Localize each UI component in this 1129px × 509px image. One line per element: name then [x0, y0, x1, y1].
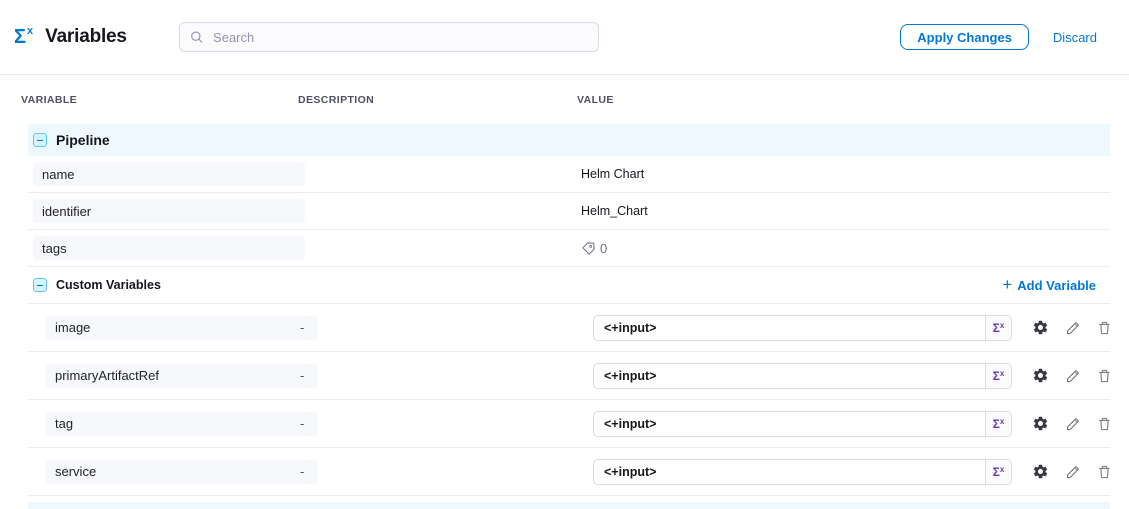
partial-section-row [28, 502, 1110, 509]
table-row: image - <+input> Σx [28, 304, 1110, 352]
variable-name[interactable]: image [46, 316, 318, 340]
edit-pencil-icon[interactable] [1064, 415, 1081, 432]
row-actions [1032, 367, 1113, 384]
section-row-custom-variables[interactable]: Custom Variables + Add Variable [28, 267, 1110, 304]
top-bar: Σx Variables Apply Changes Discard [0, 0, 1129, 75]
row-actions [1032, 415, 1113, 432]
section-label: Custom Variables [56, 278, 161, 292]
variable-name[interactable]: tags [33, 236, 305, 260]
tags-value: 0 [577, 241, 1110, 256]
table-row: tags 0 [28, 230, 1110, 267]
variable-description: - [298, 368, 577, 383]
variables-table: Pipeline name Helm Chart identifier Helm… [28, 124, 1110, 509]
collapse-icon[interactable] [33, 278, 47, 292]
row-actions [1032, 463, 1113, 480]
tags-count: 0 [600, 241, 607, 256]
variable-description: - [298, 464, 577, 479]
settings-gear-icon[interactable] [1032, 367, 1049, 384]
search-icon [190, 30, 203, 44]
table-row: name Helm Chart [28, 156, 1110, 193]
edit-pencil-icon[interactable] [1064, 319, 1081, 336]
delete-trash-icon[interactable] [1096, 367, 1113, 384]
top-bar-actions: Apply Changes Discard [900, 24, 1097, 50]
value-input[interactable]: <+input> Σx [593, 411, 1012, 437]
row-actions [1032, 319, 1113, 336]
edit-pencil-icon[interactable] [1064, 463, 1081, 480]
settings-gear-icon[interactable] [1032, 415, 1049, 432]
delete-trash-icon[interactable] [1096, 319, 1113, 336]
apply-changes-button[interactable]: Apply Changes [900, 24, 1029, 50]
column-header-value: VALUE [577, 94, 1110, 106]
add-variable-button[interactable]: + Add Variable [1002, 277, 1110, 293]
table-row: service - <+input> Σx [28, 448, 1110, 496]
table-header: VARIABLE DESCRIPTION VALUE [0, 75, 1129, 124]
runtime-input-selector-icon[interactable]: Σx [985, 460, 1011, 484]
runtime-input-selector-icon[interactable]: Σx [985, 412, 1011, 436]
sigma-x-icon: Σx [14, 27, 33, 47]
table-row: identifier Helm_Chart [28, 193, 1110, 230]
section-label: Pipeline [56, 132, 110, 148]
table-row: primaryArtifactRef - <+input> Σx [28, 352, 1110, 400]
search-box[interactable] [179, 22, 599, 52]
value-input[interactable]: <+input> Σx [593, 363, 1012, 389]
runtime-input-value[interactable]: <+input> [594, 364, 985, 388]
value-input[interactable]: <+input> Σx [593, 315, 1012, 341]
variable-value: Helm_Chart [577, 204, 1110, 218]
variable-name[interactable]: name [33, 162, 305, 186]
plus-icon: + [1002, 276, 1012, 293]
page-title: Variables [45, 26, 127, 48]
table-row: tag - <+input> Σx [28, 400, 1110, 448]
variable-name[interactable]: primaryArtifactRef [46, 364, 318, 388]
runtime-input-selector-icon[interactable]: Σx [985, 316, 1011, 340]
variable-name[interactable]: tag [46, 412, 318, 436]
value-input[interactable]: <+input> Σx [593, 459, 1012, 485]
variable-name[interactable]: service [46, 460, 318, 484]
settings-gear-icon[interactable] [1032, 319, 1049, 336]
tag-icon [581, 241, 596, 256]
variable-value: Helm Chart [577, 167, 1110, 181]
delete-trash-icon[interactable] [1096, 415, 1113, 432]
settings-gear-icon[interactable] [1032, 463, 1049, 480]
delete-trash-icon[interactable] [1096, 463, 1113, 480]
section-row-pipeline[interactable]: Pipeline [28, 124, 1110, 156]
runtime-input-value[interactable]: <+input> [594, 412, 985, 436]
variable-name[interactable]: identifier [33, 199, 305, 223]
column-header-description: DESCRIPTION [298, 94, 577, 106]
collapse-icon[interactable] [33, 133, 47, 147]
runtime-input-value[interactable]: <+input> [594, 316, 985, 340]
discard-button[interactable]: Discard [1053, 30, 1097, 45]
variable-description: - [298, 320, 577, 335]
variable-description: - [298, 416, 577, 431]
column-header-variable: VARIABLE [21, 94, 298, 106]
search-input[interactable] [211, 29, 588, 46]
add-variable-label: Add Variable [1017, 278, 1096, 293]
edit-pencil-icon[interactable] [1064, 367, 1081, 384]
runtime-input-value[interactable]: <+input> [594, 460, 985, 484]
runtime-input-selector-icon[interactable]: Σx [985, 364, 1011, 388]
